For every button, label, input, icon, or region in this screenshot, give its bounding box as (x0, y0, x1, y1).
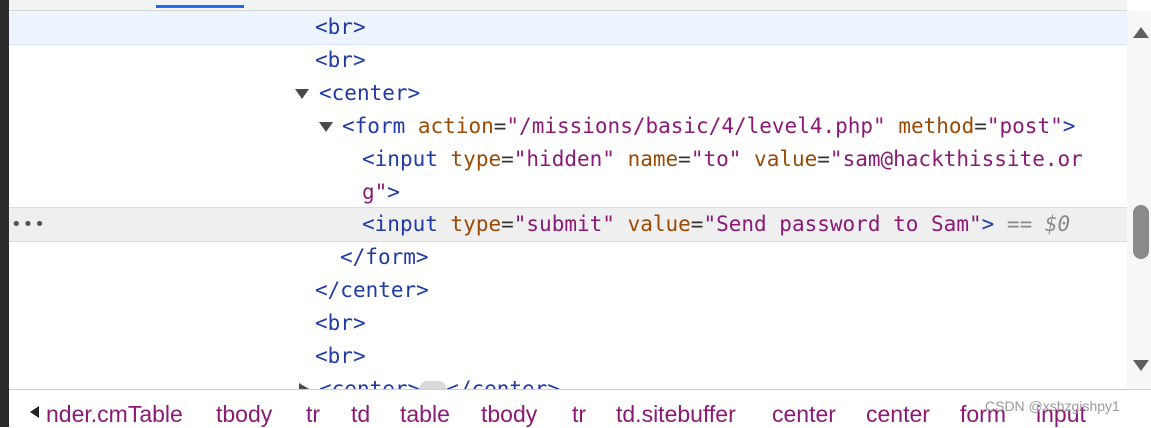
attr-name: type (450, 212, 502, 236)
dom-line-br[interactable]: <br> (9, 44, 1127, 77)
breadcrumb-item[interactable]: center (866, 390, 930, 428)
vertical-scrollbar[interactable] (1127, 11, 1151, 389)
window-left-edge (0, 0, 9, 427)
attr-name: type (450, 147, 502, 171)
tag-name: center (331, 81, 408, 105)
breadcrumb-scroll-left-icon[interactable] (30, 406, 39, 418)
scroll-up-arrow-icon[interactable] (1133, 27, 1149, 38)
attr-name: action (417, 114, 494, 138)
tag-name: /center (458, 377, 548, 389)
dom-line-br[interactable]: <br> (9, 340, 1127, 373)
breadcrumb-item[interactable]: table (400, 390, 450, 428)
scroll-down-arrow-icon[interactable] (1133, 360, 1149, 371)
breadcrumb-item[interactable]: td.sitebuffer (616, 390, 736, 428)
dom-line-br[interactable]: <br> (9, 11, 1127, 45)
breadcrumb-item[interactable]: tbody (216, 390, 272, 428)
breadcrumb-item[interactable]: nder.cmTable (46, 390, 183, 428)
scrollbar-thumb[interactable] (1133, 205, 1149, 259)
tag-name: br (327, 311, 353, 335)
attr-value: g" (362, 180, 388, 204)
active-tab-indicator (156, 5, 244, 8)
tag-name: /form (352, 245, 416, 269)
watermark: CSDN @xshzgishpy1 (985, 398, 1120, 414)
tag-name: input (374, 212, 438, 236)
more-options-icon[interactable]: ••• (11, 208, 46, 241)
dom-line-form-close[interactable]: </form> (9, 241, 1127, 274)
attr-value: "/missions/basic/4/level4.php" (506, 114, 886, 138)
selected-node-marker: == $0 (1006, 212, 1071, 236)
attr-value: "sam@hackthissite.or (829, 147, 1083, 171)
attr-value: "Send password to Sam" (703, 212, 982, 236)
breadcrumb-item[interactable]: tr (572, 390, 586, 428)
tag-name: center (331, 377, 408, 389)
attr-name: name (627, 147, 679, 171)
elements-dom-tree: <br> <br> <center> <form action="/missio… (9, 11, 1127, 389)
tag-name: br (327, 48, 353, 72)
dom-line-center-collapsed[interactable]: <center> </center> (9, 373, 1127, 389)
dom-line-input-hidden[interactable]: <input type="hidden" name="to" value="sa… (9, 143, 1127, 176)
breadcrumb-item[interactable]: td (351, 390, 370, 428)
breadcrumb-item[interactable]: center (772, 390, 836, 428)
tag-name: /center (327, 278, 417, 302)
attr-name: value (627, 212, 691, 236)
attr-value: "hidden" (513, 147, 615, 171)
tag-name: br (327, 344, 353, 368)
dom-line-form[interactable]: <form action="/missions/basic/4/level4.p… (9, 110, 1127, 143)
tag-name: br (327, 15, 353, 39)
attr-name: value (754, 147, 818, 171)
breadcrumb-item[interactable]: tr (306, 390, 320, 428)
dom-line-input-submit-selected[interactable]: ••• <input type="submit" value="Send pas… (9, 207, 1127, 242)
dom-line-br[interactable]: <br> (9, 307, 1127, 340)
collapsed-content-badge[interactable] (420, 381, 447, 389)
attr-name: method (898, 114, 975, 138)
tag-name: input (374, 147, 438, 171)
attr-value: "to" (690, 147, 742, 171)
dom-line-center[interactable]: <center> (9, 77, 1127, 110)
breadcrumb: nder.cmTable tbody tr td table tbody tr … (9, 389, 1151, 428)
dom-line-input-hidden-wrap[interactable]: g"> (9, 176, 1127, 209)
breadcrumb-item[interactable]: tbody (481, 390, 537, 428)
expand-triangle-icon[interactable] (295, 89, 309, 99)
attr-value: "post" (986, 114, 1063, 138)
dom-line-center-close[interactable]: </center> (9, 274, 1127, 307)
tag-name: form (354, 114, 406, 138)
expand-triangle-icon[interactable] (319, 122, 333, 132)
attr-value: "submit" (513, 212, 615, 236)
